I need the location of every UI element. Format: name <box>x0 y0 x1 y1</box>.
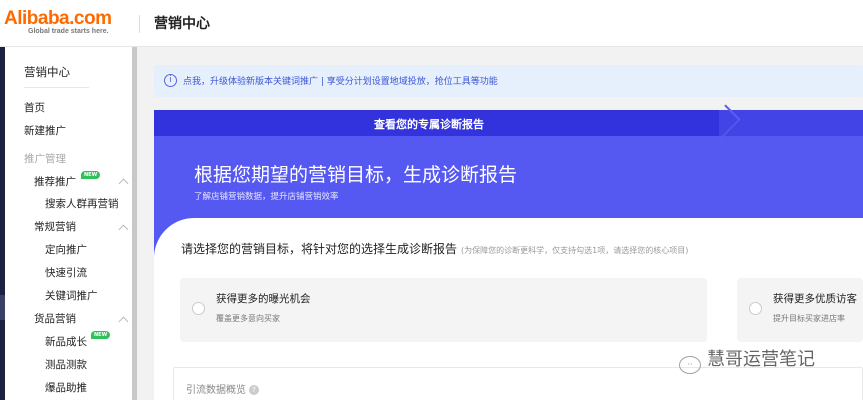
sidebar-item-home[interactable]: 首页 <box>24 100 45 115</box>
new-badge: NEW <box>81 171 101 179</box>
sidebar-item-regular-marketing[interactable]: 常规营销 <box>34 219 76 234</box>
new-badge: NEW <box>91 331 111 339</box>
chevron-up-icon[interactable] <box>118 178 129 189</box>
card-heading: 根据您期望的营销目标，生成诊断报告 <box>194 164 518 186</box>
wechat-icon: ·· <box>679 356 701 374</box>
header-divider <box>139 15 140 33</box>
sidebar-item-new-product[interactable]: 新品成长 <box>45 334 87 349</box>
upgrade-banner[interactable]: i 点我，升级体验新版本关键词推广 | 享受分计划设置地域投放，抢位工具等功能 <box>154 65 863 97</box>
sidebar-item-targeted[interactable]: 定向推广 <box>45 242 87 257</box>
sidebar-item-search-retargeting[interactable]: 搜索人群再营销 <box>45 196 119 211</box>
logo-brand: Alibaba.com <box>4 8 112 29</box>
goal-option-quality-visitors[interactable]: 获得更多优质访客 提升目标买家进店率 <box>737 278 863 342</box>
chevron-up-icon[interactable] <box>118 316 129 327</box>
card-subheading: 了解店铺营销数据，提升店铺营销效率 <box>194 192 339 202</box>
sidebar-item-keyword[interactable]: 关键词推广 <box>45 288 98 303</box>
goal-prompt-text: 请选择您的营销目标，将针对您的选择生成诊断报告 <box>181 242 458 256</box>
next-step <box>719 110 863 136</box>
option-title: 获得更多的曝光机会 <box>216 293 311 305</box>
goal-prompt-note: (为保障您的诊断更科学，仅支持勾选1项，请选择您的核心项目) <box>461 246 689 255</box>
watermark: ·· 慧哥运营笔记 <box>679 345 815 374</box>
goal-option-exposure[interactable]: 获得更多的曝光机会 覆盖更多意向买家 <box>180 278 707 342</box>
radio-button[interactable] <box>749 302 762 315</box>
sidebar-item-recommended[interactable]: 推荐推广 <box>34 174 76 189</box>
banner-text[interactable]: 点我，升级体验新版本关键词推广 | 享受分计划设置地域投放，抢位工具等功能 <box>183 74 498 87</box>
info-icon: i <box>164 74 177 87</box>
help-icon[interactable]: ? <box>249 385 259 395</box>
page-title: 营销中心 <box>154 16 210 32</box>
sidebar-divider <box>24 87 89 88</box>
sidebar-item-product-test[interactable]: 测品测款 <box>45 357 87 372</box>
overview-title: 引流数据概览 <box>186 385 246 396</box>
alibaba-logo[interactable]: Alibaba.com Global trade starts here. <box>0 8 130 38</box>
sidebar-item-new-promotion[interactable]: 新建推广 <box>24 123 66 138</box>
sidebar-group-promo-management: 推广管理 <box>24 153 66 165</box>
step-label: 查看您的专属诊断报告 <box>374 118 484 131</box>
sidebar-item-quick-traffic[interactable]: 快速引流 <box>45 265 87 280</box>
step-bar: 查看您的专属诊断报告 <box>154 104 863 142</box>
sidebar: 营销中心 首页 新建推广 推广管理 推荐推广 NEW 搜索人群再营销 常规营销 … <box>5 47 132 400</box>
option-title: 获得更多优质访客 <box>773 293 857 305</box>
chevron-up-icon[interactable] <box>118 224 129 235</box>
sidebar-item-product-marketing[interactable]: 货品营销 <box>34 311 76 326</box>
watermark-text: 慧哥运营笔记 <box>707 349 815 370</box>
goal-prompt: 请选择您的营销目标，将针对您的选择生成诊断报告 (为保障您的诊断更科学，仅支持勾选… <box>181 240 688 257</box>
option-desc: 提升目标买家进店率 <box>773 314 845 323</box>
sidebar-scrollbar[interactable] <box>132 47 137 400</box>
option-desc: 覆盖更多意向买家 <box>216 314 280 323</box>
sidebar-title: 营销中心 <box>24 65 70 79</box>
top-header: Alibaba.com Global trade starts here. 营销… <box>0 0 863 47</box>
sidebar-item-hot-boost[interactable]: 爆品助推 <box>45 380 87 395</box>
logo-tagline: Global trade starts here. <box>28 28 109 35</box>
radio-button[interactable] <box>192 302 205 315</box>
